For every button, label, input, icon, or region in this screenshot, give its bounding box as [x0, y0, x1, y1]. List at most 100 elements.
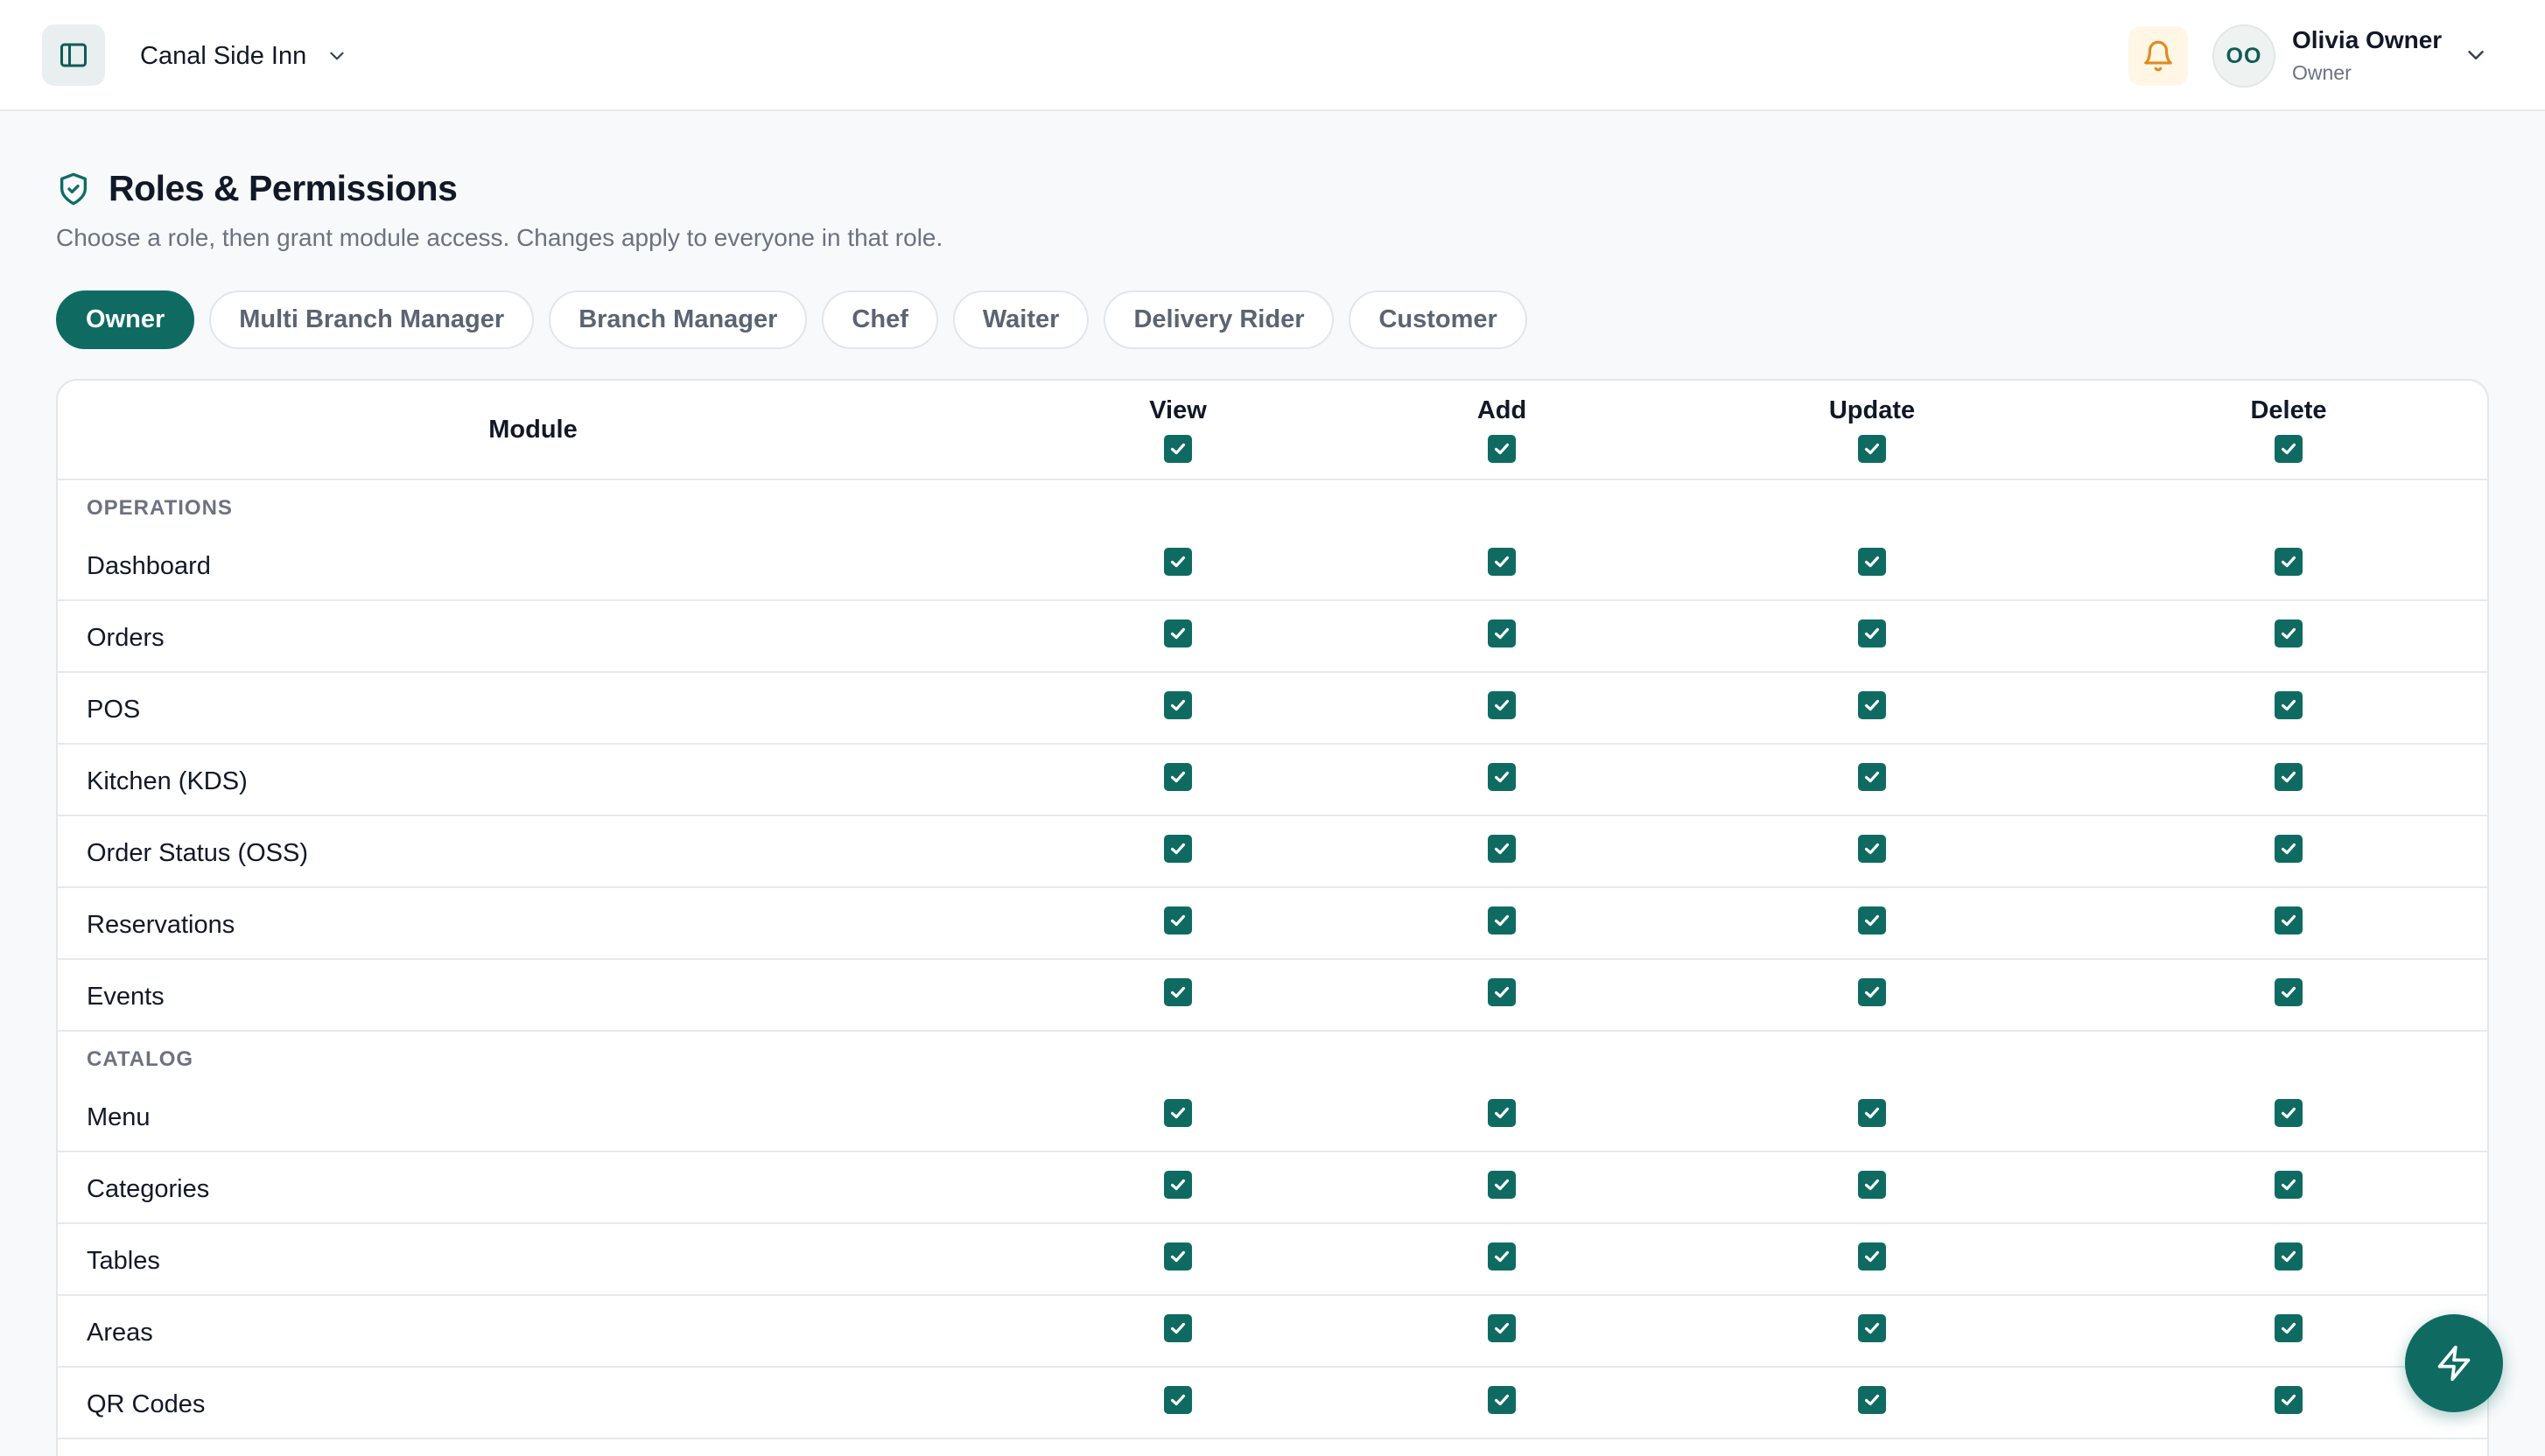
add-permission-checkbox[interactable] — [1488, 1242, 1516, 1270]
view-permission-checkbox[interactable] — [1164, 835, 1192, 863]
update-permission-checkbox[interactable] — [1858, 835, 1886, 863]
sidebar-toggle-button[interactable] — [42, 24, 105, 86]
role-tabs: Owner Multi Branch Manager Branch Manager C… — [56, 290, 1527, 349]
module-name: Reservations — [87, 911, 235, 939]
add-permission-checkbox[interactable] — [1488, 835, 1516, 863]
add-permission-checkbox[interactable] — [1488, 763, 1516, 791]
add-permission-checkbox[interactable] — [1488, 906, 1516, 934]
delete-permission-checkbox[interactable] — [2275, 1386, 2303, 1414]
select-all-delete-checkbox[interactable] — [2275, 435, 2303, 463]
delete-permission-checkbox[interactable] — [2275, 548, 2303, 576]
update-permission-checkbox[interactable] — [1858, 906, 1886, 934]
add-permission-checkbox[interactable] — [1488, 1386, 1516, 1414]
table-row: Areas — [58, 1296, 2487, 1368]
update-permission-checkbox[interactable] — [1858, 1242, 1886, 1270]
avatar[interactable]: OO — [2212, 24, 2275, 88]
add-permission-checkbox[interactable] — [1488, 1171, 1516, 1199]
role-tab-customer[interactable]: Customer — [1349, 290, 1527, 349]
bell-icon — [2144, 40, 2172, 72]
view-permission-checkbox[interactable] — [1164, 1099, 1192, 1127]
user-role: Owner — [2292, 61, 2352, 84]
delete-permission-checkbox[interactable] — [2275, 691, 2303, 719]
section-header: CATALOG — [58, 1032, 2487, 1081]
chevron-down-icon — [330, 52, 344, 60]
view-permission-checkbox[interactable] — [1164, 620, 1192, 648]
view-permission-checkbox[interactable] — [1164, 548, 1192, 576]
add-permission-checkbox[interactable] — [1488, 548, 1516, 576]
delete-permission-checkbox[interactable] — [2275, 1099, 2303, 1127]
update-permission-checkbox[interactable] — [1858, 1099, 1886, 1127]
lightning-icon — [2437, 1345, 2471, 1382]
add-permission-checkbox[interactable] — [1488, 620, 1516, 648]
view-permission-checkbox[interactable] — [1164, 1386, 1192, 1414]
delete-permission-checkbox[interactable] — [2275, 1171, 2303, 1199]
user-name[interactable]: Olivia Owner — [2292, 26, 2442, 54]
branch-name: Canal Side Inn — [140, 41, 307, 70]
view-permission-checkbox[interactable] — [1164, 691, 1192, 719]
table-row: Dashboard — [58, 529, 2487, 601]
view-permission-checkbox[interactable] — [1164, 1242, 1192, 1270]
select-all-view-checkbox[interactable] — [1164, 435, 1192, 463]
table-header: Module View Add Update Delete — [58, 381, 2487, 480]
table-row: Orders — [58, 601, 2487, 673]
delete-permission-checkbox[interactable] — [2275, 763, 2303, 791]
update-permission-checkbox[interactable] — [1858, 763, 1886, 791]
update-permission-checkbox[interactable] — [1858, 548, 1886, 576]
add-permission-checkbox[interactable] — [1488, 691, 1516, 719]
module-name: Tables — [87, 1247, 160, 1275]
view-permission-checkbox[interactable] — [1164, 1171, 1192, 1199]
update-permission-checkbox[interactable] — [1858, 1314, 1886, 1342]
role-tab-owner[interactable]: Owner — [56, 290, 195, 349]
table-row: Events — [58, 960, 2487, 1032]
select-all-add-checkbox[interactable] — [1488, 435, 1516, 463]
role-tab-multi-branch-manager[interactable]: Multi Branch Manager — [209, 290, 535, 349]
sidebar-toggle-icon — [60, 43, 87, 67]
update-permission-checkbox[interactable] — [1858, 978, 1886, 1006]
view-permission-checkbox[interactable] — [1164, 978, 1192, 1006]
page-subtitle: Choose a role, then grant module access.… — [56, 224, 943, 251]
section-label: CATALOG — [87, 1047, 194, 1071]
add-permission-checkbox[interactable] — [1488, 978, 1516, 1006]
column-header-module: Module — [488, 416, 578, 444]
update-permission-checkbox[interactable] — [1858, 691, 1886, 719]
role-tab-waiter[interactable]: Waiter — [952, 290, 1090, 349]
top-bar: Canal Side Inn OO Olivia Owner Owner — [0, 0, 2545, 111]
quick-actions-button[interactable] — [2405, 1314, 2503, 1412]
module-name: Menu — [87, 1103, 151, 1131]
shield-check-icon — [60, 172, 88, 205]
role-tab-chef[interactable]: Chef — [822, 290, 938, 349]
delete-permission-checkbox[interactable] — [2275, 835, 2303, 863]
delete-permission-checkbox[interactable] — [2275, 1242, 2303, 1270]
module-name: Order Status (OSS) — [87, 839, 309, 867]
view-permission-checkbox[interactable] — [1164, 763, 1192, 791]
delete-permission-checkbox[interactable] — [2275, 620, 2303, 648]
update-permission-checkbox[interactable] — [1858, 1386, 1886, 1414]
table-row: Reservations — [58, 888, 2487, 960]
table-row: Categories — [58, 1152, 2487, 1224]
table-row: Tables — [58, 1224, 2487, 1296]
column-header-add: Add — [1476, 396, 1527, 424]
role-tab-branch-manager[interactable]: Branch Manager — [549, 290, 808, 349]
delete-permission-checkbox[interactable] — [2275, 906, 2303, 934]
notifications-button[interactable] — [2128, 26, 2188, 86]
section-header: OPERATIONS — [58, 480, 2487, 529]
view-permission-checkbox[interactable] — [1164, 1314, 1192, 1342]
page-title: Roles & Permissions — [109, 168, 458, 208]
table-row: Menu — [58, 1081, 2487, 1152]
update-permission-checkbox[interactable] — [1858, 1171, 1886, 1199]
view-permission-checkbox[interactable] — [1164, 906, 1192, 934]
role-tab-delivery-rider[interactable]: Delivery Rider — [1104, 290, 1335, 349]
module-name: Kitchen (KDS) — [87, 767, 248, 795]
table-row: QR Codes — [58, 1368, 2487, 1439]
table-row: POS — [58, 673, 2487, 745]
branch-selector[interactable]: Canal Side Inn — [140, 35, 348, 77]
user-menu-chevron-icon[interactable] — [2463, 42, 2489, 68]
add-permission-checkbox[interactable] — [1488, 1099, 1516, 1127]
update-permission-checkbox[interactable] — [1858, 620, 1886, 648]
section-label: OPERATIONS — [87, 496, 233, 520]
delete-permission-checkbox[interactable] — [2275, 1314, 2303, 1342]
delete-permission-checkbox[interactable] — [2275, 978, 2303, 1006]
add-permission-checkbox[interactable] — [1488, 1314, 1516, 1342]
module-name: POS — [87, 696, 141, 724]
select-all-update-checkbox[interactable] — [1858, 435, 1886, 463]
